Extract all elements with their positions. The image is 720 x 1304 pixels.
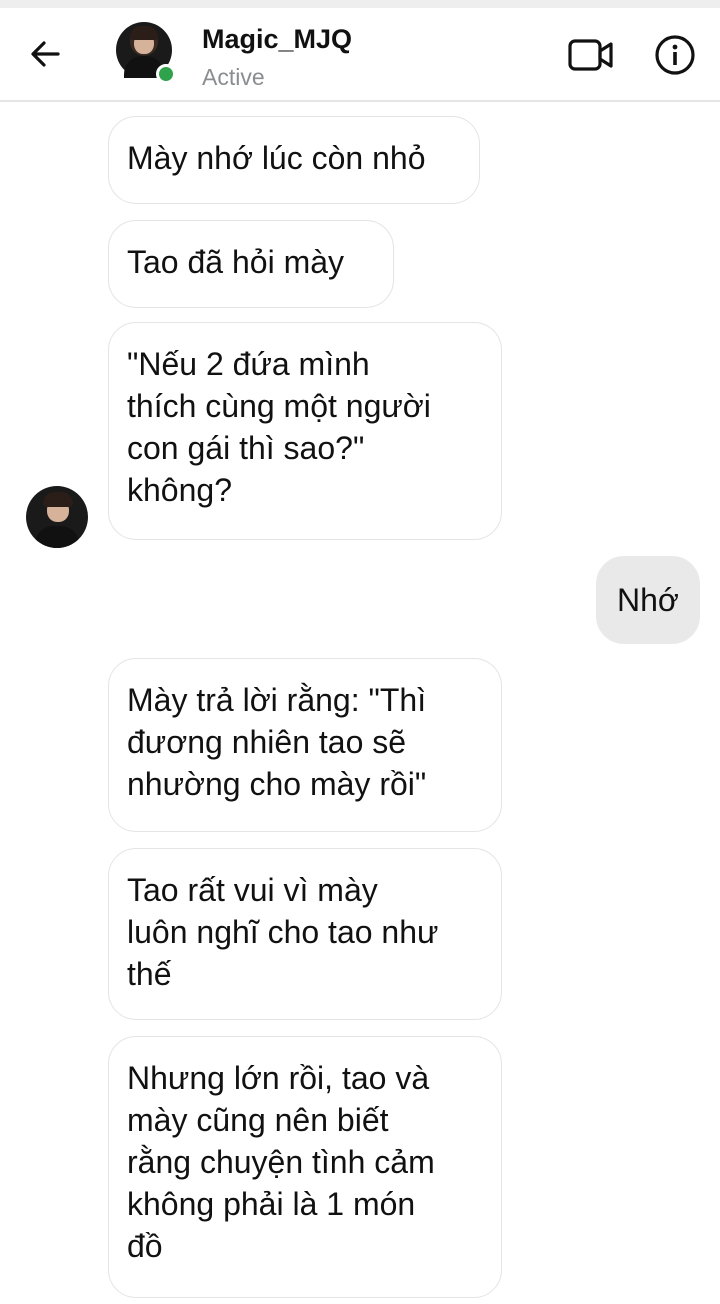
message-bubble-received[interactable]: "Nếu 2 đứa mình thích cùng một người con… xyxy=(108,322,502,540)
sender-avatar[interactable] xyxy=(26,486,88,548)
avatar-body-shape xyxy=(35,526,79,548)
info-button[interactable] xyxy=(654,34,696,76)
message-bubble-received[interactable]: Tao đã hỏi mày xyxy=(108,220,394,308)
message-bubble-received[interactable]: Mày nhớ lúc còn nhỏ xyxy=(108,116,480,204)
message-bubble-received[interactable]: Mày trả lời rằng: "Thì đương nhiên tao s… xyxy=(108,658,502,832)
avatar-hair-shape xyxy=(130,26,158,40)
info-icon xyxy=(655,35,695,75)
active-status-dot xyxy=(156,64,176,84)
message-bubble-received[interactable]: Tao rất vui vì mày luôn nghĩ cho tao như… xyxy=(108,848,502,1020)
back-arrow-icon xyxy=(31,41,60,67)
message-bubble-sent[interactable]: Nhớ xyxy=(596,556,700,644)
video-call-button[interactable] xyxy=(566,36,616,74)
contact-status: Active xyxy=(202,64,265,90)
message-bubble-received[interactable]: Nhưng lớn rồi, tao và mày cũng nên biết … xyxy=(108,1036,502,1298)
contact-avatar[interactable] xyxy=(116,22,176,84)
contact-name[interactable]: Magic_MJQ xyxy=(202,24,352,55)
avatar-hair-shape xyxy=(43,492,73,507)
status-bar-strip xyxy=(0,0,720,8)
video-call-icon xyxy=(568,39,613,71)
back-button[interactable] xyxy=(26,34,66,74)
chat-header: Magic_MJQ Active xyxy=(0,8,720,102)
